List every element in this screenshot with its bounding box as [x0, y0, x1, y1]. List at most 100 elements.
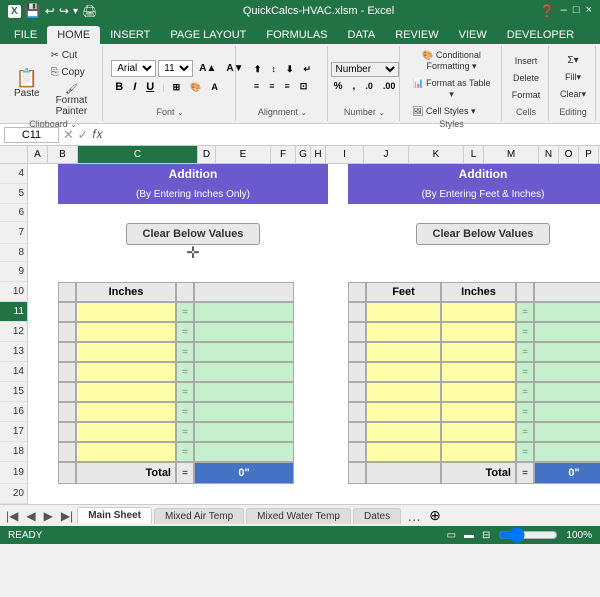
tab-home[interactable]: HOME: [47, 26, 100, 44]
conditional-formatting-button[interactable]: 🎨 Conditional Formatting ▾: [408, 48, 495, 74]
col-header-m[interactable]: M: [484, 146, 539, 163]
sheet-tab-dates[interactable]: Dates: [353, 508, 401, 524]
formula-input[interactable]: [107, 129, 596, 141]
col-header-d[interactable]: D: [198, 146, 216, 163]
left-clear-button[interactable]: Clear Below Values: [126, 223, 261, 245]
tab-developer[interactable]: DEVELOPER: [497, 26, 584, 44]
row-num-14[interactable]: 14: [0, 362, 27, 382]
underline-button[interactable]: U: [142, 79, 158, 95]
left-result-16[interactable]: [194, 402, 294, 422]
col-header-n[interactable]: N: [539, 146, 559, 163]
right-result-16[interactable]: [534, 402, 600, 422]
row-num-16[interactable]: 16: [0, 402, 27, 422]
paste-button[interactable]: 📋 Paste: [10, 67, 44, 101]
view-page-layout-icon[interactable]: ▬: [464, 530, 474, 541]
italic-button[interactable]: I: [129, 79, 140, 95]
col-header-k[interactable]: K: [409, 146, 464, 163]
autosum-button[interactable]: Σ▾: [563, 53, 582, 68]
row-num-4[interactable]: 4: [0, 164, 27, 184]
right-feet-18[interactable]: [366, 442, 441, 462]
view-normal-icon[interactable]: ▭: [447, 530, 456, 541]
col-header-o[interactable]: O: [559, 146, 579, 163]
right-clear-button[interactable]: Clear Below Values: [416, 223, 551, 245]
align-bottom-button[interactable]: ⬇: [282, 62, 298, 77]
left-result-14[interactable]: [194, 362, 294, 382]
right-feet-15[interactable]: [366, 382, 441, 402]
add-sheet-button[interactable]: …: [403, 508, 425, 524]
tab-review[interactable]: REVIEW: [385, 26, 448, 44]
tab-insert[interactable]: INSERT: [100, 26, 160, 44]
wrap-text-button[interactable]: ↵: [300, 62, 316, 77]
right-inches-16[interactable]: [441, 402, 516, 422]
quick-access-save[interactable]: 💾: [25, 3, 41, 19]
increase-decimal-button[interactable]: .0: [361, 79, 377, 93]
left-inches-cell-14[interactable]: [76, 362, 176, 382]
tab-nav-first[interactable]: |◀: [2, 509, 22, 523]
align-right-button[interactable]: ≡: [280, 79, 293, 93]
percent-button[interactable]: %: [330, 79, 347, 94]
format-as-table-button[interactable]: 📊 Format as Table ▾: [408, 76, 495, 102]
col-header-h[interactable]: H: [311, 146, 326, 163]
right-inches-15[interactable]: [441, 382, 516, 402]
left-inches-cell-13[interactable]: [76, 342, 176, 362]
col-header-i[interactable]: I: [326, 146, 364, 163]
right-result-11[interactable]: [534, 302, 600, 322]
row-num-19[interactable]: 19: [0, 462, 27, 484]
align-left-button[interactable]: ≡: [250, 79, 263, 93]
decrease-decimal-button[interactable]: .00: [379, 79, 400, 93]
col-header-g[interactable]: G: [296, 146, 311, 163]
font-size-select[interactable]: 11: [158, 60, 193, 77]
col-header-j[interactable]: J: [364, 146, 409, 163]
right-result-15[interactable]: [534, 382, 600, 402]
quick-access-undo[interactable]: ↩: [45, 4, 55, 18]
sheet-tab-scroll-right[interactable]: ⊕: [429, 507, 441, 524]
left-result-13[interactable]: [194, 342, 294, 362]
quick-access-more[interactable]: ▾: [73, 6, 78, 17]
row-num-5[interactable]: 5: [0, 184, 27, 204]
col-header-l[interactable]: L: [464, 146, 484, 163]
right-result-17[interactable]: [534, 422, 600, 442]
right-result-18[interactable]: [534, 442, 600, 462]
col-header-c[interactable]: C: [78, 146, 198, 163]
format-painter-button[interactable]: 🖌 Format Painter: [47, 82, 97, 119]
tab-file[interactable]: FILE: [4, 26, 47, 44]
help-icon[interactable]: ❓: [540, 4, 555, 18]
align-center-button[interactable]: ≡: [265, 79, 278, 93]
insert-cells-button[interactable]: Insert: [508, 54, 545, 68]
right-feet-14[interactable]: [366, 362, 441, 382]
format-cells-button[interactable]: Format: [508, 88, 545, 102]
col-header-f[interactable]: F: [271, 146, 296, 163]
right-inches-13[interactable]: [441, 342, 516, 362]
merge-button[interactable]: ⊡: [296, 79, 312, 94]
bold-button[interactable]: B: [111, 79, 127, 95]
row-num-13[interactable]: 13: [0, 342, 27, 362]
left-result-11[interactable]: [194, 302, 294, 322]
row-num-7[interactable]: 7: [0, 222, 27, 244]
col-header-e[interactable]: E: [216, 146, 271, 163]
left-result-17[interactable]: [194, 422, 294, 442]
comma-button[interactable]: ,: [349, 79, 360, 94]
cell-reference-input[interactable]: C11: [4, 127, 59, 143]
right-inches-17[interactable]: [441, 422, 516, 442]
right-inches-12[interactable]: [441, 322, 516, 342]
row-num-15[interactable]: 15: [0, 382, 27, 402]
row-num-6[interactable]: 6: [0, 204, 27, 222]
left-inches-cell-17[interactable]: [76, 422, 176, 442]
left-inches-cell-16[interactable]: [76, 402, 176, 422]
tab-nav-last[interactable]: ▶|: [57, 509, 77, 523]
right-inches-14[interactable]: [441, 362, 516, 382]
sheet-tab-mixed-water[interactable]: Mixed Water Temp: [246, 508, 351, 524]
left-inches-cell-15[interactable]: [76, 382, 176, 402]
fill-button[interactable]: Fill▾: [561, 70, 585, 85]
right-feet-13[interactable]: [366, 342, 441, 362]
right-feet-11[interactable]: [366, 302, 441, 322]
zoom-slider[interactable]: [498, 527, 558, 543]
quick-access-print[interactable]: 🖨: [82, 4, 97, 18]
view-page-break-icon[interactable]: ⊟: [482, 530, 490, 541]
left-result-12[interactable]: [194, 322, 294, 342]
row-num-11[interactable]: 11: [0, 302, 27, 322]
tab-page-layout[interactable]: PAGE LAYOUT: [160, 26, 256, 44]
left-inches-cell-12[interactable]: [76, 322, 176, 342]
left-result-15[interactable]: [194, 382, 294, 402]
font-family-select[interactable]: Arial: [111, 60, 156, 77]
